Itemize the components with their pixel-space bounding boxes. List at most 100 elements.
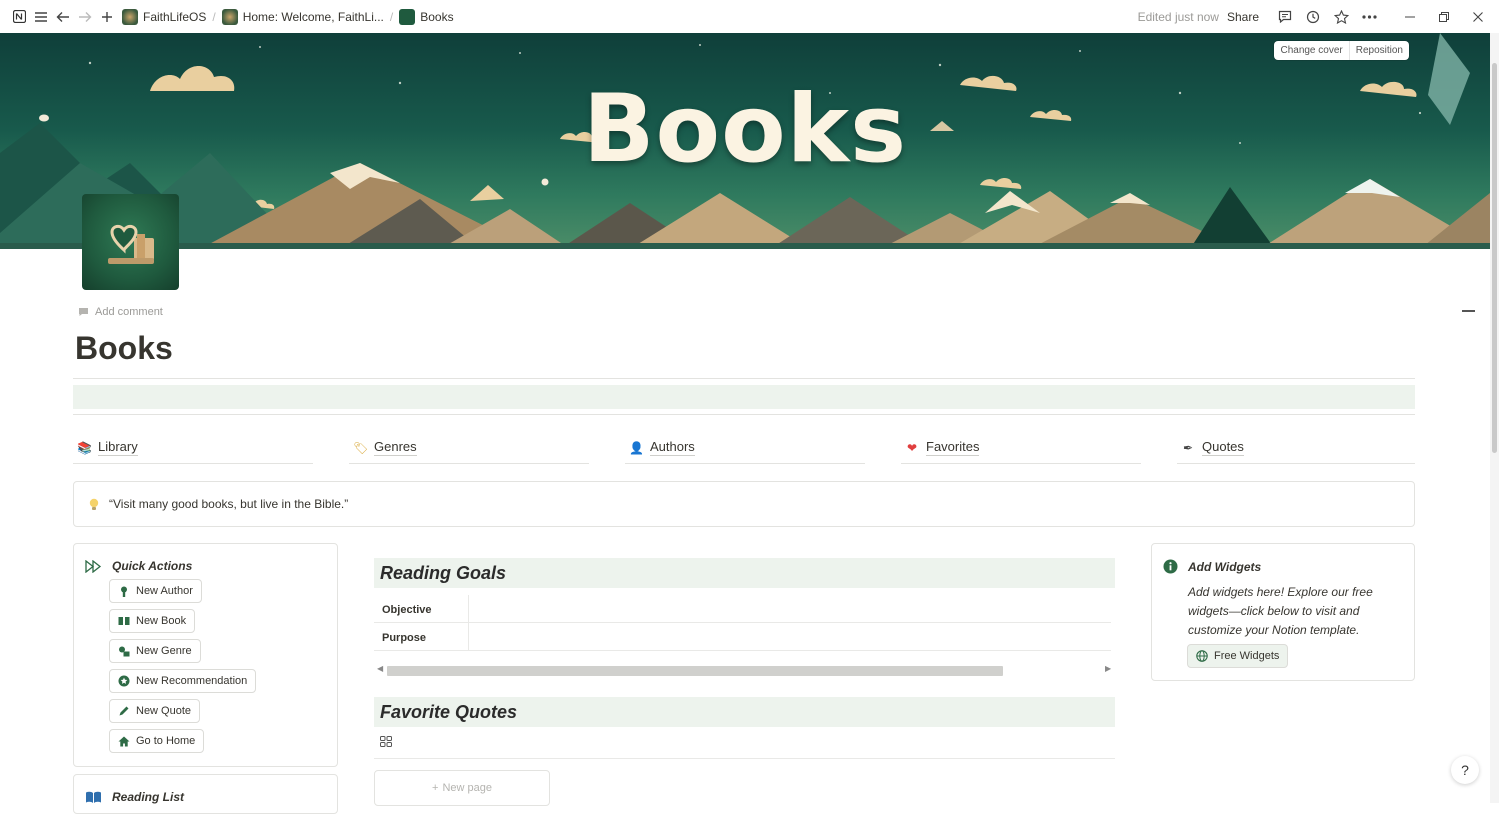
- add-widgets-body: Add widgets here! Explore our free widge…: [1188, 585, 1373, 637]
- nav-quotes[interactable]: ✒ Quotes: [1177, 432, 1415, 464]
- person-icon: [118, 585, 130, 597]
- horizontal-scrollbar-thumb[interactable]: [387, 666, 1003, 676]
- add-widgets-header: Add Widgets: [1163, 559, 1261, 574]
- nav-label: Library: [98, 439, 138, 456]
- divider: [374, 758, 1115, 759]
- breadcrumb-faithlifeos[interactable]: FaithLifeOS: [118, 8, 210, 25]
- nav-authors[interactable]: 👤 Authors: [625, 432, 865, 464]
- nav-genres[interactable]: 🏷 Genres: [349, 432, 589, 464]
- home-icon: [118, 735, 130, 747]
- breadcrumb-label: FaithLifeOS: [143, 9, 207, 24]
- person-icon: 👤: [629, 440, 644, 455]
- reading-list-header: Reading List: [85, 790, 184, 804]
- faithlifeos-icon: [122, 8, 138, 25]
- new-quote-button[interactable]: New Quote: [109, 699, 201, 723]
- breadcrumb-label: Books: [420, 9, 454, 24]
- comments-icon[interactable]: [1271, 3, 1299, 31]
- section-nav: 📚 Library 🏷 Genres 👤 Authors ❤ Favorites…: [73, 432, 1415, 464]
- star-icon[interactable]: [1327, 3, 1355, 31]
- add-comment-button[interactable]: Add comment: [78, 306, 163, 318]
- quote-callout: “Visit many good books, but live in the …: [73, 481, 1415, 527]
- book-icon: [86, 791, 101, 803]
- new-page-button[interactable]: + New page: [374, 770, 550, 806]
- close-icon[interactable]: [1461, 11, 1495, 22]
- star-badge-icon: [118, 675, 130, 687]
- cover-title: Books: [582, 75, 908, 184]
- scroll-right-icon[interactable]: ▶: [1105, 664, 1111, 673]
- history-icon[interactable]: [1299, 3, 1327, 31]
- add-comment-label: Add comment: [95, 306, 163, 318]
- books-heart-icon: [108, 224, 154, 264]
- quick-actions-title: Quick Actions: [112, 559, 193, 573]
- page-icon[interactable]: [82, 194, 179, 290]
- nav-label: Favorites: [926, 439, 980, 456]
- quick-actions-header: Quick Actions: [85, 559, 192, 573]
- restore-icon[interactable]: [1427, 11, 1461, 22]
- nav-favorites[interactable]: ❤ Favorites: [901, 432, 1141, 464]
- table-row[interactable]: Purpose: [374, 623, 1111, 651]
- breadcrumb-home[interactable]: Home: Welcome, FaithLi...: [218, 8, 388, 25]
- nav-label: Authors: [650, 439, 695, 456]
- breadcrumb-books[interactable]: Books: [395, 8, 457, 25]
- divider: [73, 378, 1415, 379]
- open-book-icon: [118, 615, 130, 627]
- breadcrumb-label: Home: Welcome, FaithLi...: [242, 9, 384, 24]
- books-icon: 📚: [77, 440, 92, 455]
- scrollbar-thumb[interactable]: [1492, 63, 1497, 453]
- new-page-label: New page: [442, 782, 492, 794]
- pen-icon: [118, 705, 130, 717]
- new-recommendation-button[interactable]: New Recommendation: [109, 669, 257, 693]
- scroll-left-icon[interactable]: ◀: [377, 664, 383, 673]
- nav-library[interactable]: 📚 Library: [73, 432, 313, 464]
- cover-image: Books Change cover Reposition: [0, 33, 1490, 249]
- breadcrumb-separator: /: [389, 9, 394, 24]
- horizontal-scrollbar[interactable]: ◀ ▶: [374, 664, 1115, 678]
- callout-text: “Visit many good books, but live in the …: [109, 497, 349, 511]
- top-bar: FaithLifeOS / Home: Welcome, FaithLi... …: [0, 0, 1499, 33]
- plus-icon[interactable]: [96, 6, 118, 28]
- free-widgets-button[interactable]: Free Widgets: [1187, 644, 1289, 668]
- more-icon[interactable]: [1355, 3, 1383, 31]
- quick-actions-panel: Quick Actions New Author New Book New Ge…: [73, 543, 338, 767]
- add-widgets-title: Add Widgets: [1188, 559, 1262, 574]
- new-recommendation-label: New Recommendation: [136, 675, 248, 687]
- top-bar-actions: Edited just now Share: [1138, 0, 1499, 33]
- cover-controls: Change cover Reposition: [1274, 41, 1409, 60]
- share-button[interactable]: Share: [1227, 10, 1259, 24]
- help-button[interactable]: ?: [1451, 756, 1479, 784]
- edited-status: Edited just now: [1137, 9, 1219, 24]
- new-quote-label: New Quote: [136, 705, 192, 717]
- breadcrumb-separator: /: [212, 9, 216, 24]
- page-title: Books: [75, 330, 173, 366]
- new-book-label: New Book: [136, 615, 187, 627]
- favorite-quotes-heading: Favorite Quotes: [374, 697, 1115, 727]
- page-scrollbar[interactable]: [1490, 33, 1499, 803]
- row-purpose-label: Purpose: [374, 623, 469, 650]
- new-book-button[interactable]: New Book: [109, 609, 196, 633]
- fast-forward-icon: [85, 559, 102, 573]
- tag-icon: 🏷: [353, 440, 369, 455]
- table-row[interactable]: Objective: [374, 595, 1111, 623]
- new-genre-label: New Genre: [136, 645, 192, 657]
- notion-logo-icon[interactable]: [8, 6, 30, 28]
- plus-icon: +: [432, 782, 439, 794]
- gallery-view-icon[interactable]: [380, 736, 392, 750]
- back-arrow-icon[interactable]: [52, 6, 74, 28]
- new-genre-button[interactable]: New Genre: [109, 639, 201, 663]
- row-objective-label: Objective: [374, 595, 469, 622]
- reading-list-title: Reading List: [112, 790, 185, 804]
- collapse-icon[interactable]: [1462, 310, 1475, 312]
- reposition-button[interactable]: Reposition: [1348, 41, 1409, 60]
- green-banner: [73, 385, 1415, 409]
- change-cover-button[interactable]: Change cover: [1274, 41, 1348, 60]
- go-to-home-label: Go to Home: [136, 735, 196, 747]
- menu-icon[interactable]: [30, 6, 52, 28]
- new-author-button[interactable]: New Author: [109, 579, 202, 603]
- info-icon: [1163, 559, 1178, 574]
- reading-goals-heading: Reading Goals: [374, 558, 1115, 588]
- shapes-icon: [118, 645, 130, 657]
- minimize-icon[interactable]: [1393, 16, 1427, 18]
- nav-label: Quotes: [1202, 439, 1244, 456]
- forward-arrow-icon[interactable]: [74, 6, 96, 28]
- go-to-home-button[interactable]: Go to Home: [109, 729, 205, 753]
